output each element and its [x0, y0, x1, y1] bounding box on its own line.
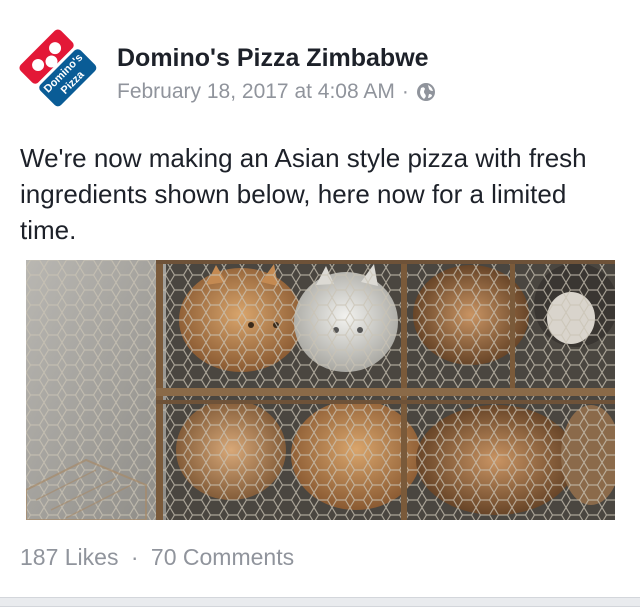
comments-count[interactable]: 70 Comments [151, 544, 294, 570]
page-avatar-logo[interactable]: Domino's Pizza [16, 26, 102, 112]
likes-count[interactable]: 187 Likes [20, 544, 118, 570]
dominos-logo-icon: Domino's Pizza [16, 26, 100, 110]
engagement-stats: 187 Likes · 70 Comments [20, 544, 294, 571]
post-meta: February 18, 2017 at 4:08 AM · [117, 80, 436, 104]
post-photo[interactable] [26, 260, 615, 520]
meta-separator: · [401, 80, 409, 103]
post-timestamp[interactable]: February 18, 2017 at 4:08 AM [117, 80, 395, 104]
post-text: We're now making an Asian style pizza wi… [20, 143, 587, 245]
post-card: Domino's Pizza Domino's Pizza Zimbabwe F… [0, 0, 640, 598]
stats-separator: · [130, 544, 139, 570]
globe-icon[interactable] [416, 82, 436, 102]
next-post-card [0, 606, 640, 616]
caged-cats-photo-icon [26, 260, 615, 520]
page-name-link[interactable]: Domino's Pizza Zimbabwe [117, 44, 429, 73]
